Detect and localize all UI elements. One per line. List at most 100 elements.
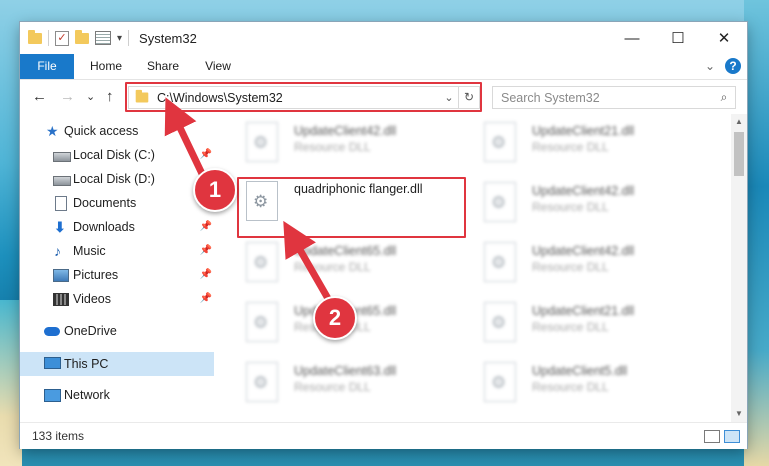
ribbon-tabs: File Home Share View ⌄ ? — [20, 54, 747, 80]
forward-button[interactable]: → — [60, 88, 75, 105]
dll-file-icon — [484, 182, 516, 222]
file-name: UpdateClient21.dll — [532, 124, 635, 138]
nav-item-onedrive[interactable]: OneDrive — [20, 320, 216, 342]
nav-item-documents[interactable]: Documents 📌 — [20, 192, 216, 214]
status-bar: 133 items — [20, 422, 747, 449]
scroll-down-arrow-icon[interactable]: ▼ — [731, 406, 747, 422]
dll-file-icon — [246, 362, 278, 402]
properties-check-icon[interactable]: ✓ — [55, 30, 69, 46]
pin-icon[interactable]: 📌 — [200, 264, 212, 286]
window-title: System32 — [139, 30, 197, 46]
file-name: UpdateClient21.dll — [532, 304, 635, 318]
nav-item-label: Network — [64, 388, 110, 402]
tab-share[interactable]: Share — [138, 54, 188, 79]
nav-item-local-disk-d[interactable]: Local Disk (D:) 📌 — [20, 168, 216, 190]
file-name: UpdateClient42.dll — [532, 184, 635, 198]
nav-item-pictures[interactable]: Pictures 📌 — [20, 264, 216, 286]
recent-locations-button[interactable]: ⌄ — [86, 90, 95, 103]
file-list: UpdateClient42.dll Resource DLL quadriph… — [226, 114, 731, 422]
tab-view[interactable]: View — [192, 54, 244, 79]
window-controls: — ☐ ✕ — [609, 22, 747, 54]
file-item[interactable]: UpdateClient65.dll Resource DLL — [238, 238, 468, 284]
dll-file-icon — [484, 362, 516, 402]
dll-file-icon — [484, 242, 516, 282]
documents-icon — [55, 196, 67, 211]
nav-item-label: Local Disk (D:) — [73, 172, 155, 186]
vertical-scrollbar[interactable]: ▲ ▼ — [731, 114, 747, 422]
search-input[interactable]: Search System32 — [493, 91, 713, 105]
pin-icon[interactable]: 📌 — [200, 216, 212, 238]
search-icon[interactable]: ⌕ — [713, 90, 735, 105]
dll-file-icon — [246, 242, 278, 282]
title-bar: ✓ ▾ System32 — ☐ ✕ — [20, 22, 747, 54]
new-folder-icon[interactable] — [75, 29, 89, 44]
file-item[interactable]: UpdateClient42.dll Resource DLL — [476, 178, 706, 224]
dll-file-icon — [484, 302, 516, 342]
up-button[interactable]: ↑ — [106, 88, 114, 105]
this-pc-icon — [44, 357, 61, 369]
scrollbar-thumb[interactable] — [734, 132, 744, 176]
drive-icon — [53, 152, 71, 162]
step-2-badge: 2 — [313, 296, 357, 340]
drive-icon — [53, 176, 71, 186]
file-item[interactable]: UpdateClient42.dll Resource DLL — [238, 118, 468, 164]
file-item[interactable]: UpdateClient63.dll Resource DLL — [238, 358, 468, 404]
onedrive-icon — [44, 327, 60, 336]
tab-file[interactable]: File — [20, 54, 74, 79]
music-icon: ♪ — [54, 243, 61, 259]
properties-icon[interactable] — [95, 31, 111, 45]
dll-file-icon — [484, 122, 516, 162]
nav-item-label: Videos — [73, 292, 111, 306]
search-box[interactable]: Search System32 ⌕ — [492, 86, 736, 109]
close-button[interactable]: ✕ — [701, 22, 747, 54]
nav-item-local-disk-c[interactable]: Local Disk (C:) 📌 — [20, 144, 216, 166]
nav-item-quick-access[interactable]: ★ Quick access — [20, 120, 216, 142]
file-type: Resource DLL — [532, 320, 609, 334]
minimize-button[interactable]: — — [609, 22, 655, 54]
details-view-icon[interactable] — [704, 430, 720, 443]
downloads-icon: ⬇ — [54, 219, 66, 235]
step-1-badge: 1 — [193, 168, 237, 212]
desktop-background-right — [744, 0, 769, 466]
help-icon[interactable]: ? — [725, 58, 741, 74]
file-name: UpdateClient63.dll — [294, 364, 397, 378]
file-item[interactable]: UpdateClient42.dll Resource DLL — [476, 238, 706, 284]
scroll-up-arrow-icon[interactable]: ▲ — [731, 114, 747, 130]
nav-item-videos[interactable]: Videos 📌 — [20, 288, 216, 310]
nav-item-label: Music — [73, 244, 106, 258]
nav-item-network[interactable]: Network — [20, 384, 216, 406]
videos-icon — [53, 293, 69, 306]
nav-item-label: Local Disk (C:) — [73, 148, 155, 162]
file-item[interactable]: UpdateClient5.dll Resource DLL — [476, 358, 706, 404]
address-highlight-box — [125, 82, 482, 112]
back-button[interactable]: ← — [32, 88, 47, 105]
nav-item-label: This PC — [64, 357, 109, 371]
file-highlight-box — [237, 177, 466, 238]
file-type: Resource DLL — [294, 380, 371, 394]
file-type: Resource DLL — [294, 140, 371, 154]
toolbar-separator — [128, 30, 130, 46]
file-type: Resource DLL — [532, 260, 609, 274]
pictures-icon — [53, 269, 69, 282]
maximize-button[interactable]: ☐ — [655, 22, 701, 54]
nav-item-music[interactable]: ♪ Music 📌 — [20, 240, 216, 262]
pin-icon[interactable]: 📌 — [200, 240, 212, 262]
pin-icon[interactable]: 📌 — [200, 144, 212, 166]
folder-icon[interactable] — [28, 29, 42, 44]
file-type: Resource DLL — [532, 380, 609, 394]
file-type: Resource DLL — [532, 140, 609, 154]
file-type: Resource DLL — [532, 200, 609, 214]
file-name: UpdateClient65.dll — [294, 244, 397, 258]
tab-home[interactable]: Home — [78, 54, 134, 79]
qat-dropdown-icon[interactable]: ▾ — [117, 33, 122, 44]
file-name: UpdateClient42.dll — [532, 244, 635, 258]
pin-icon[interactable]: 📌 — [200, 288, 212, 310]
file-item[interactable]: UpdateClient21.dll Resource DLL — [476, 298, 706, 344]
large-icons-view-icon[interactable] — [724, 430, 740, 443]
star-icon: ★ — [46, 123, 59, 139]
nav-item-downloads[interactable]: ⬇ Downloads 📌 — [20, 216, 216, 238]
nav-item-this-pc[interactable]: This PC — [20, 352, 214, 376]
expand-ribbon-icon[interactable]: ⌄ — [705, 59, 715, 73]
file-item[interactable]: UpdateClient21.dll Resource DLL — [476, 118, 706, 164]
file-name: UpdateClient42.dll — [294, 124, 397, 138]
